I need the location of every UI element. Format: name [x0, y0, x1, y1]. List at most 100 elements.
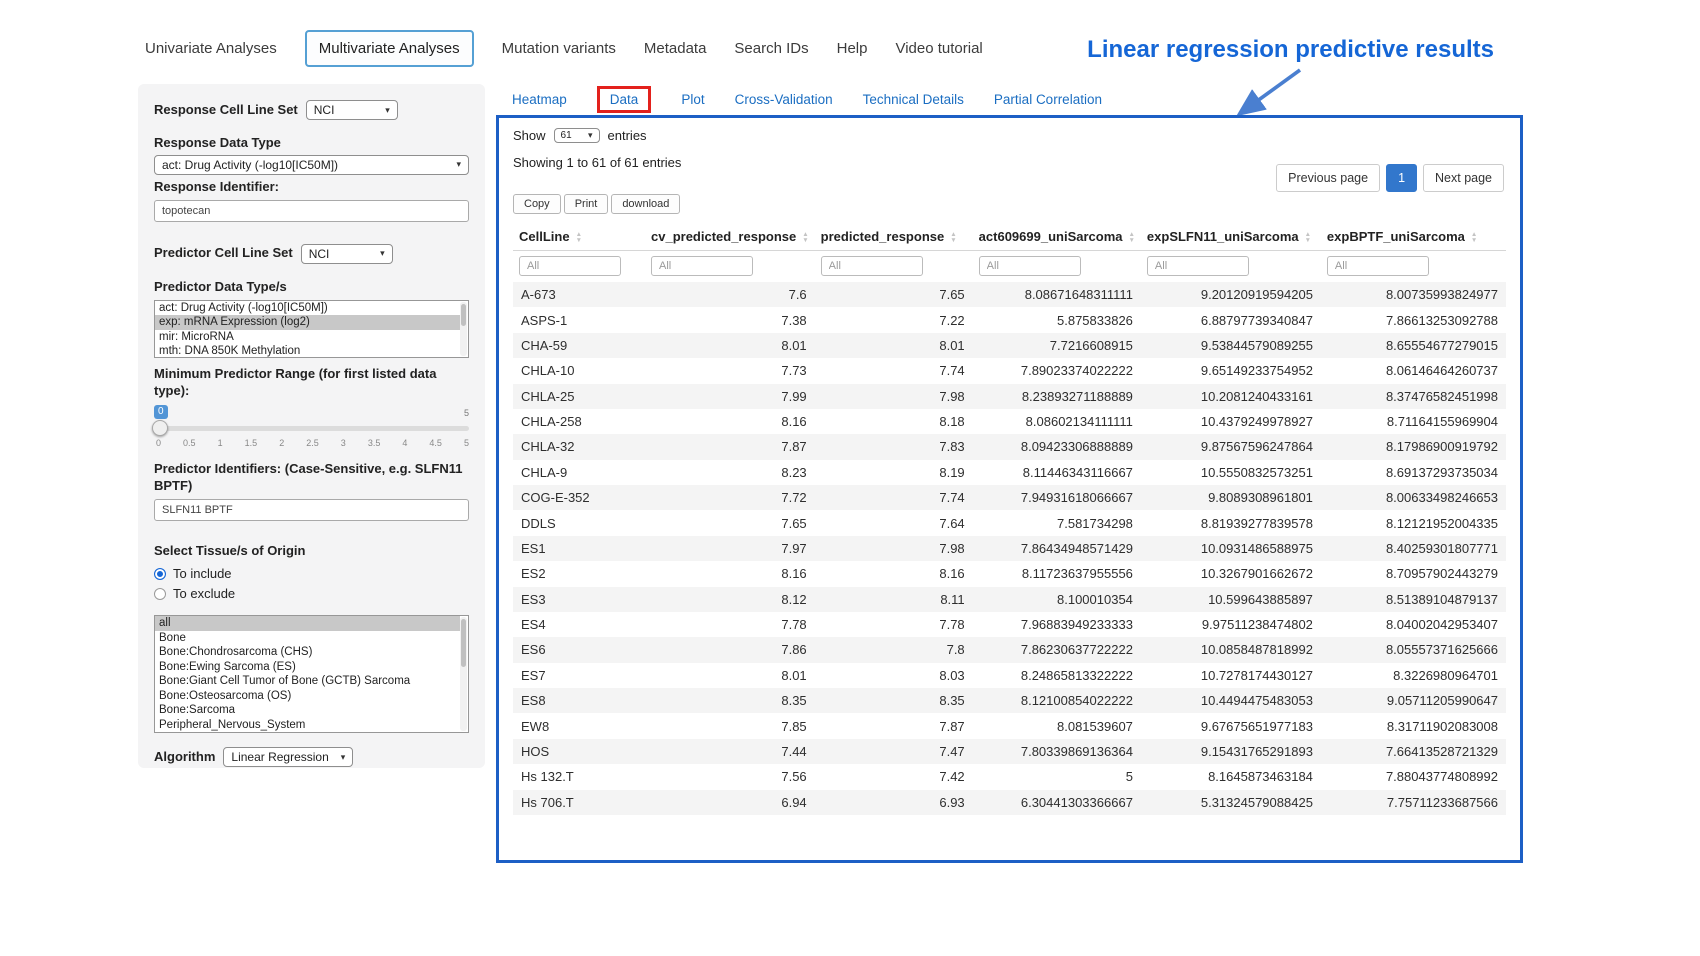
column-label: expBPTF_uniSarcoma: [1327, 229, 1465, 244]
filter-input-expslfn11-unisarcoma[interactable]: [1147, 256, 1249, 276]
column-header-cellline[interactable]: CellLine▲▼: [513, 222, 645, 251]
value-cell: 8.100010354: [973, 587, 1141, 612]
slider-tick-label: 3.5: [368, 438, 381, 448]
nav-item-search-ids[interactable]: Search IDs: [734, 34, 808, 63]
value-cell: 8.40259301807771: [1321, 536, 1506, 561]
tissue-option-bone-ewing-sarcoma-es[interactable]: Bone:Ewing Sarcoma (ES): [155, 660, 460, 675]
response-cell-line-set-select[interactable]: NCI ▾: [306, 100, 398, 120]
entries-count-select[interactable]: 61 ▾: [554, 128, 600, 143]
scrollbar-thumb[interactable]: [461, 619, 466, 667]
filter-input-cellline[interactable]: [519, 256, 621, 276]
tab-data[interactable]: Data: [597, 86, 652, 113]
value-cell: 7.73: [645, 358, 815, 383]
scrollbar[interactable]: [460, 617, 467, 731]
nav-item-multivariate-analyses[interactable]: Multivariate Analyses: [305, 30, 474, 67]
column-header-expbptf-unisarcoma[interactable]: expBPTF_uniSarcoma▲▼: [1321, 222, 1506, 251]
predictor-type-option-mir-microrna[interactable]: mir: MicroRNA: [155, 330, 460, 345]
filter-input-predicted-response[interactable]: [821, 256, 923, 276]
scrollbar[interactable]: [460, 302, 467, 356]
page-number-button[interactable]: 1: [1386, 164, 1417, 192]
cell-line-cell: CHLA-9: [513, 460, 645, 485]
tissue-option-all[interactable]: all: [155, 616, 460, 631]
scrollbar-thumb[interactable]: [461, 304, 466, 327]
response-data-type-label: Response Data Type: [154, 135, 469, 152]
column-header-act609699-unisarcoma[interactable]: act609699_uniSarcoma▲▼: [973, 222, 1141, 251]
cell-line-cell: Hs 706.T: [513, 790, 645, 815]
radio-to-include-label: To include: [173, 566, 232, 581]
previous-page-button[interactable]: Previous page: [1276, 164, 1380, 192]
tissue-option-bone-sarcoma[interactable]: Bone:Sarcoma: [155, 703, 460, 718]
nav-item-video-tutorial[interactable]: Video tutorial: [895, 34, 982, 63]
value-cell: 8.71164155969904: [1321, 409, 1506, 434]
slider-handle[interactable]: [152, 420, 168, 436]
filter-input-cv-predicted-response[interactable]: [651, 256, 753, 276]
filter-input-expbptf-unisarcoma[interactable]: [1327, 256, 1429, 276]
response-identifier-group: Response Identifier:: [154, 179, 469, 222]
value-cell: 7.97: [645, 536, 815, 561]
value-cell: 8.16: [645, 409, 815, 434]
filter-input-act609699-unisarcoma[interactable]: [979, 256, 1081, 276]
cell-line-cell: ES1: [513, 536, 645, 561]
pagination: Previous page 1 Next page: [1276, 164, 1504, 192]
slider-track[interactable]: [154, 426, 469, 431]
tab-heatmap[interactable]: Heatmap: [512, 92, 567, 107]
tissue-option-bone-giant-cell-tumor-of-bone-gctb-sarcoma[interactable]: Bone:Giant Cell Tumor of Bone (GCTB) Sar…: [155, 674, 460, 689]
tissue-listbox[interactable]: allBoneBone:Chondrosarcoma (CHS)Bone:Ewi…: [154, 615, 469, 733]
predictor-type-option-act-drug-activity-log10-ic50m[interactable]: act: Drug Activity (-log10[IC50M]): [155, 301, 460, 316]
value-cell: 7.44: [645, 739, 815, 764]
value-cell: 8.11: [815, 587, 973, 612]
nav-item-univariate-analyses[interactable]: Univariate Analyses: [145, 34, 277, 63]
tissue-option-bone[interactable]: Bone: [155, 631, 460, 646]
table-row: CHLA-327.877.838.094233068888899.8756759…: [513, 434, 1506, 459]
copy-button[interactable]: Copy: [513, 194, 561, 214]
next-page-button[interactable]: Next page: [1423, 164, 1504, 192]
sort-desc-icon: ▼: [1305, 238, 1311, 244]
response-data-type-value: act: Drug Activity (-log10[IC50M]): [162, 158, 338, 172]
cell-line-cell: CHLA-258: [513, 409, 645, 434]
predictor-data-type-listbox[interactable]: act: Drug Activity (-log10[IC50M])exp: m…: [154, 300, 469, 358]
radio-to-include[interactable]: To include: [154, 566, 469, 581]
column-header-expslfn11-unisarcoma[interactable]: expSLFN11_uniSarcoma▲▼: [1141, 222, 1321, 251]
value-cell: 8.12121952004335: [1321, 510, 1506, 535]
tab-cross-validation[interactable]: Cross-Validation: [735, 92, 833, 107]
print-button[interactable]: Print: [564, 194, 609, 214]
value-cell: 7.65: [815, 282, 973, 307]
tissue-option-bone-osteosarcoma-os[interactable]: Bone:Osteosarcoma (OS): [155, 689, 460, 704]
cell-line-cell: ES4: [513, 612, 645, 637]
tab-technical-details[interactable]: Technical Details: [863, 92, 964, 107]
tab-plot[interactable]: Plot: [681, 92, 704, 107]
value-cell: 5: [973, 764, 1141, 789]
column-header-predicted-response[interactable]: predicted_response▲▼: [815, 222, 973, 251]
response-data-type-select[interactable]: act: Drug Activity (-log10[IC50M]) ▾: [154, 155, 469, 175]
table-row: CHLA-107.737.747.890233740222229.6514923…: [513, 358, 1506, 383]
predictor-cell-line-set-value: NCI: [309, 247, 330, 261]
chevron-down-icon: ▾: [385, 105, 390, 116]
value-cell: 8.51389104879137: [1321, 587, 1506, 612]
download-button[interactable]: download: [611, 194, 680, 214]
value-cell: 7.98: [815, 384, 973, 409]
value-cell: 7.64: [815, 510, 973, 535]
tissue-option-bone-chondrosarcoma-chs[interactable]: Bone:Chondrosarcoma (CHS): [155, 645, 460, 660]
column-label: expSLFN11_uniSarcoma: [1147, 229, 1299, 244]
value-cell: 10.7278174430127: [1141, 663, 1321, 688]
column-header-cv-predicted-response[interactable]: cv_predicted_response▲▼: [645, 222, 815, 251]
tab-partial-correlation[interactable]: Partial Correlation: [994, 92, 1102, 107]
predictor-cell-line-set-select[interactable]: NCI ▾: [301, 244, 393, 264]
radio-to-exclude[interactable]: To exclude: [154, 586, 469, 601]
predictor-identifiers-input[interactable]: [154, 499, 469, 521]
tissue-option-peripheral-nervous-system[interactable]: Peripheral_Nervous_System: [155, 718, 460, 733]
value-cell: 8.35: [815, 688, 973, 713]
response-identifier-input[interactable]: [154, 200, 469, 222]
slider-tick-label: 0: [156, 438, 161, 448]
nav-item-metadata[interactable]: Metadata: [644, 34, 707, 63]
value-cell: 7.8: [815, 637, 973, 662]
predictor-type-option-exp-mrna-expression-log2[interactable]: exp: mRNA Expression (log2): [155, 315, 460, 330]
table-row: ES47.787.787.968839492333339.97511238474…: [513, 612, 1506, 637]
slider-tick-label: 1.5: [245, 438, 258, 448]
algorithm-select[interactable]: Linear Regression ▾: [223, 747, 353, 767]
predictor-type-option-mth-dna-850k-methylation[interactable]: mth: DNA 850K Methylation: [155, 344, 460, 358]
predictor-identifiers-group: Predictor Identifiers: (Case-Sensitive, …: [154, 461, 469, 521]
nav-item-mutation-variants[interactable]: Mutation variants: [502, 34, 616, 63]
nav-item-help[interactable]: Help: [837, 34, 868, 63]
min-predictor-range-slider[interactable]: 0 5 00.511.522.533.544.55: [154, 405, 469, 451]
